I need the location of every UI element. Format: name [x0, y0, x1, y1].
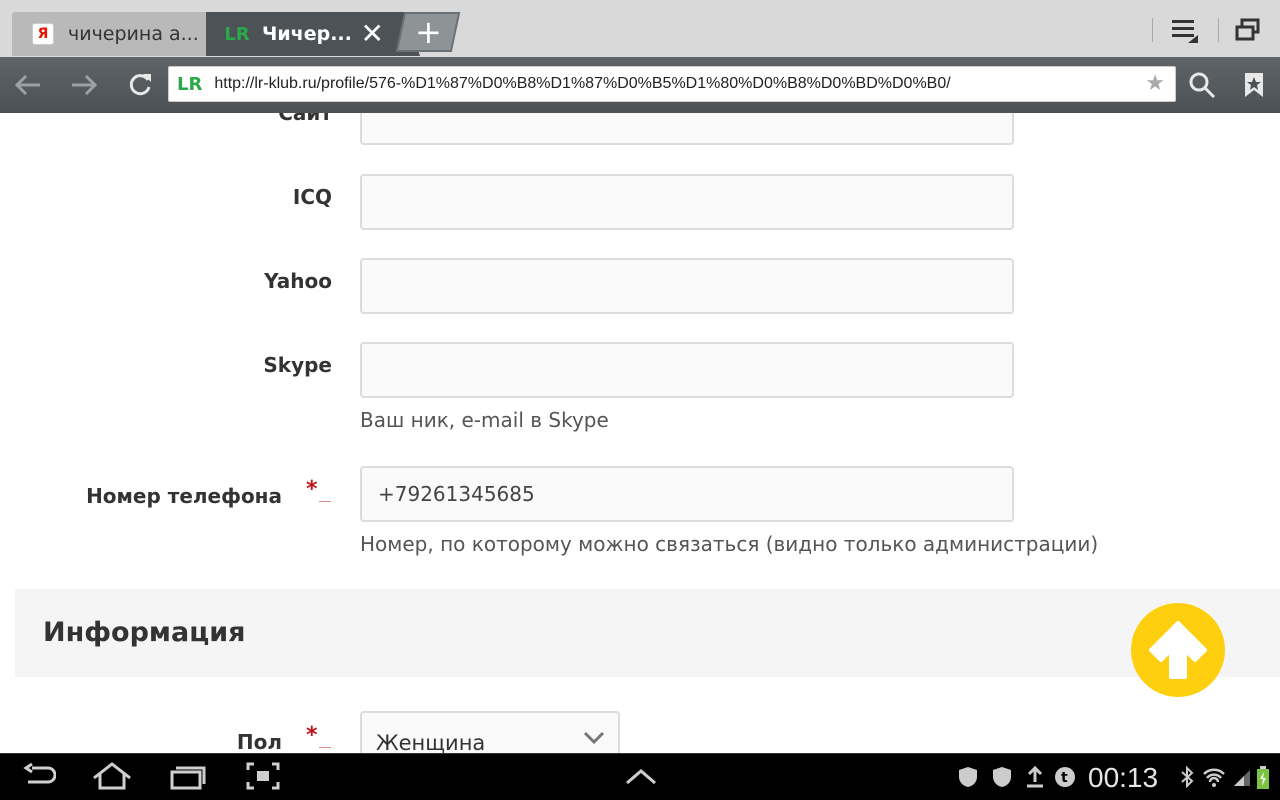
yandex-favicon-icon: Я	[32, 23, 54, 45]
site-favicon-icon: LR	[177, 73, 203, 95]
arrow-up-icon	[1149, 621, 1207, 679]
battery-icon	[1256, 766, 1270, 795]
clock: 00:13	[1088, 762, 1159, 793]
skype-input[interactable]	[360, 342, 1014, 398]
svg-text:t: t	[1061, 770, 1068, 786]
site-input[interactable]	[360, 113, 1014, 145]
forward-icon[interactable]	[66, 67, 102, 103]
new-tab-button[interactable]: +	[395, 12, 461, 52]
divider	[1152, 18, 1153, 42]
lr-favicon-icon: LR	[224, 23, 250, 45]
phone-hint: Номер, по которому можно связаться (видн…	[360, 532, 1099, 556]
tab-label: чичерина а...	[68, 23, 199, 45]
reload-icon[interactable]	[122, 67, 158, 103]
gender-selected-value: Женщина	[376, 731, 486, 753]
search-icon[interactable]	[1184, 67, 1220, 103]
phone-input[interactable]: +79261345685	[360, 466, 1014, 522]
phone-label: Номер телефона	[86, 484, 282, 508]
skype-hint: Ваш ник, e-mail в Skype	[360, 408, 609, 432]
tab-yandex-search[interactable]: Я чичерина а...	[12, 12, 220, 56]
url-text[interactable]: http://lr-klub.ru/profile/576-%D1%87%D0%…	[214, 75, 950, 93]
icq-label: ICQ	[292, 185, 332, 209]
divider	[319, 747, 331, 748]
divider	[1218, 18, 1219, 42]
menu-icon[interactable]	[1166, 12, 1202, 48]
system-bar: t 00:13	[0, 753, 1280, 800]
yahoo-label: Yahoo	[264, 269, 332, 293]
browser-toolbar: LR http://lr-klub.ru/profile/576-%D1%87%…	[0, 57, 1280, 113]
skype-label: Skype	[263, 353, 332, 377]
recent-apps-icon[interactable]	[170, 762, 206, 797]
close-tab-icon[interactable]: ✕	[361, 20, 384, 48]
wifi-icon	[1202, 766, 1226, 793]
shield-icon	[992, 766, 1012, 793]
chevron-down-icon	[582, 725, 606, 753]
yahoo-input[interactable]	[360, 258, 1014, 314]
screenshot-icon[interactable]	[246, 762, 280, 797]
page-content: Сайт ICQ Yahoo Skype Ваш ник, e-mail в S…	[0, 113, 1280, 753]
tumblr-icon: t	[1054, 766, 1076, 793]
bookmark-star-icon[interactable]: ★	[1145, 71, 1165, 96]
gender-label: Пол	[236, 730, 282, 753]
tab-active-profile[interactable]: LR Чичер... ✕	[206, 12, 420, 56]
icq-input[interactable]	[360, 174, 1014, 230]
gender-select[interactable]: Женщина	[360, 711, 620, 753]
tab-strip: Я чичерина а... LR Чичер... ✕ +	[0, 0, 1280, 57]
site-label: Сайт	[278, 113, 332, 125]
shield-icon	[958, 766, 978, 793]
address-bar[interactable]: LR http://lr-klub.ru/profile/576-%D1%87%…	[168, 66, 1176, 102]
chevron-up-icon[interactable]	[624, 764, 658, 794]
bookmarks-icon[interactable]	[1236, 67, 1272, 103]
system-back-icon[interactable]	[22, 762, 57, 797]
upload-icon	[1026, 765, 1044, 793]
section-title: Информация	[43, 617, 246, 648]
divider	[319, 501, 331, 502]
info-section-header: Информация	[15, 589, 1280, 677]
bluetooth-icon	[1180, 765, 1194, 793]
back-icon[interactable]	[10, 67, 46, 103]
required-mark: *	[306, 477, 318, 502]
home-icon[interactable]	[92, 762, 132, 797]
scroll-to-top-button[interactable]	[1131, 603, 1225, 697]
signal-icon	[1232, 766, 1252, 793]
windows-icon[interactable]	[1230, 12, 1266, 48]
tab-label: Чичер...	[262, 23, 352, 45]
required-mark: *	[306, 723, 318, 748]
